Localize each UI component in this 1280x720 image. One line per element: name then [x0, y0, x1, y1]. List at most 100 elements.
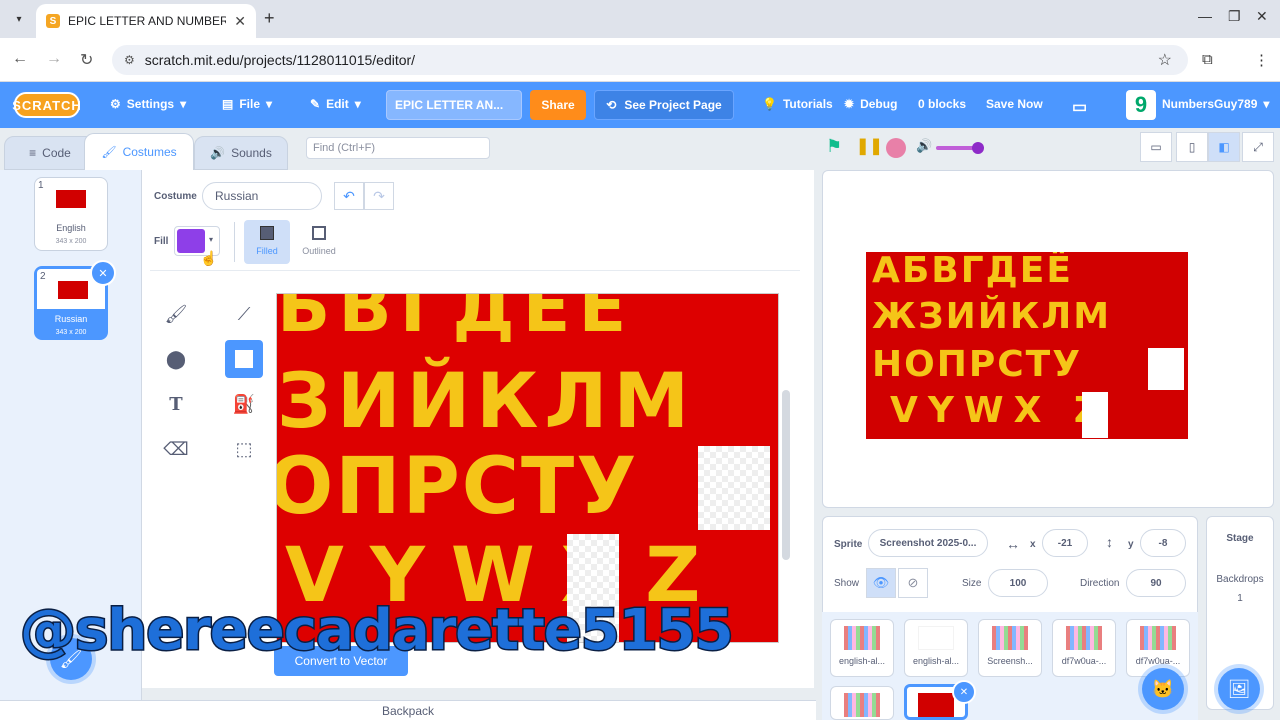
- canvas-scrollbar[interactable]: [782, 390, 790, 560]
- circle-tool-icon[interactable]: ⬤: [157, 340, 195, 378]
- save-now-button[interactable]: Save Now: [986, 97, 1043, 111]
- rectangle-tool-icon[interactable]: [225, 340, 263, 378]
- tab-sounds[interactable]: 🔊 Sounds: [194, 136, 288, 170]
- sprite-item[interactable]: Screensh...: [978, 619, 1042, 677]
- backdrops-count: 1: [1237, 593, 1243, 604]
- minimize-icon[interactable]: —: [1198, 8, 1212, 24]
- sprite-name-input[interactable]: Screenshot 2025-0...: [868, 529, 988, 557]
- username-label: NumbersGuy789: [1162, 97, 1258, 111]
- eraser-tool-icon[interactable]: ⌫: [157, 430, 195, 468]
- sprite-thumbnail: [844, 693, 880, 717]
- outlined-mode-button[interactable]: Outlined: [296, 220, 342, 264]
- pause-icon[interactable]: ❚❚: [856, 136, 883, 156]
- volume-icon[interactable]: 🔊: [916, 138, 932, 154]
- redo-icon[interactable]: ↷: [364, 182, 394, 210]
- new-tab-icon[interactable]: +: [264, 8, 275, 29]
- forward-icon[interactable]: →: [46, 50, 62, 68]
- avatar[interactable]: 9: [1126, 90, 1156, 120]
- delete-costume-icon[interactable]: ✕: [90, 260, 116, 286]
- sprite-thumbnail: [844, 626, 880, 650]
- show-visible-icon[interactable]: 👁: [866, 568, 896, 598]
- show-hidden-icon[interactable]: ⊘: [898, 568, 928, 598]
- tab-code-label: Code: [42, 146, 71, 160]
- paint-canvas[interactable]: БВГДЕЁ ЗИЙКЛМ ОПРСТУ VYWXZ: [276, 293, 779, 643]
- brush-tool-icon[interactable]: 🖌: [157, 295, 195, 333]
- costume-label: Costume: [154, 191, 197, 202]
- reload-icon[interactable]: ↻: [80, 50, 93, 70]
- edit-menu[interactable]: ✎ Edit ▾: [310, 97, 361, 111]
- my-stuff-folder-icon[interactable]: ▭: [1072, 97, 1087, 117]
- choose-backdrop-icon[interactable]: 🖼: [1218, 668, 1260, 710]
- normal-stage-icon[interactable]: ◧: [1208, 132, 1240, 162]
- tab-search-icon[interactable]: ▾: [8, 9, 30, 29]
- share-button[interactable]: Share: [530, 90, 586, 120]
- fill-bucket-tool-icon[interactable]: ⛽: [225, 385, 263, 423]
- line-tool-icon[interactable]: ⟋: [225, 295, 263, 333]
- tab-costumes[interactable]: 🖌 Costumes: [84, 133, 194, 170]
- green-flag-icon[interactable]: ⚑: [826, 136, 842, 157]
- find-input[interactable]: Find (Ctrl+F): [306, 137, 490, 159]
- browser-tab[interactable]: S EPIC LETTER AND NUMBER CH ✕: [36, 4, 256, 38]
- text-tool-icon[interactable]: T: [157, 385, 195, 423]
- costume-name-input[interactable]: Russian: [202, 182, 322, 210]
- choose-sprite-icon[interactable]: 🐱: [1142, 668, 1184, 710]
- tab-code[interactable]: ≡ Code: [4, 136, 96, 170]
- settings-gear-icon: ⚙: [110, 97, 121, 111]
- see-project-page-button[interactable]: ⟲ See Project Page: [594, 90, 734, 120]
- url-bar[interactable]: ⚙ scratch.mit.edu/projects/1128011015/ed…: [112, 45, 1188, 75]
- console-icon[interactable]: ▭: [1140, 132, 1172, 162]
- y-input[interactable]: -8: [1140, 529, 1186, 557]
- sprite-item-name: Screensh...: [987, 656, 1033, 666]
- tutorials-button[interactable]: 💡 Tutorials: [762, 97, 833, 111]
- extensions-icon[interactable]: ⧉: [1202, 51, 1213, 68]
- costume-preview: [56, 190, 86, 208]
- scratch-logo[interactable]: SCRATCH: [12, 92, 81, 118]
- divider: [234, 222, 235, 262]
- fill-label: Fill: [154, 236, 169, 247]
- canvas-letter-row: БВГДЕЁ: [277, 293, 635, 348]
- close-tab-icon[interactable]: ✕: [234, 13, 246, 30]
- back-icon[interactable]: ←: [12, 50, 28, 68]
- stop-icon[interactable]: [886, 138, 906, 158]
- stage-sprite[interactable]: АБВГДЕЁ ЖЗИЙКЛМ НОПРСТУ VYWX Z: [866, 252, 1188, 439]
- undo-icon[interactable]: ↶: [334, 182, 364, 210]
- small-stage-icon[interactable]: ▯: [1176, 132, 1208, 162]
- chevron-down-icon: ▾: [1263, 97, 1270, 111]
- sprite-item[interactable]: [830, 686, 894, 720]
- volume-slider-handle[interactable]: [972, 142, 984, 154]
- x-input[interactable]: -21: [1042, 529, 1088, 557]
- transparent-area: [1082, 392, 1108, 438]
- filled-mode-button[interactable]: Filled: [244, 220, 290, 264]
- maximize-icon[interactable]: ❐: [1228, 8, 1241, 25]
- account-menu[interactable]: NumbersGuy789 ▾: [1162, 97, 1269, 111]
- stage-letter-row: АБВГДЕЁ: [872, 252, 1073, 291]
- delete-sprite-icon[interactable]: ✕: [952, 680, 976, 704]
- size-input[interactable]: 100: [988, 569, 1048, 597]
- close-window-icon[interactable]: ✕: [1256, 8, 1268, 25]
- select-tool-icon[interactable]: ⬚: [225, 430, 263, 468]
- sprite-item[interactable]: english-al...: [904, 619, 968, 677]
- costume-name: Russian: [54, 314, 88, 324]
- project-title-input[interactable]: EPIC LETTER AN...: [386, 90, 522, 120]
- stage-panel-title: Stage: [1226, 533, 1254, 544]
- bookmark-star-icon[interactable]: ☆: [1158, 50, 1172, 70]
- sprite-item[interactable]: df7w0ua-...: [1052, 619, 1116, 677]
- fullscreen-icon[interactable]: ⤢: [1242, 132, 1274, 162]
- sprite-item[interactable]: english-al...: [830, 619, 894, 677]
- stage-letter-row: НОПРСТУ: [872, 344, 1082, 385]
- costume-preview: [58, 281, 88, 299]
- browser-menu-icon[interactable]: ⋮: [1254, 51, 1269, 69]
- costume-number: 1: [38, 180, 44, 191]
- filled-square-icon: [260, 226, 274, 240]
- debug-button[interactable]: ✹ Debug: [844, 97, 897, 111]
- costume-thumb-english[interactable]: 1 English 343 x 200: [34, 177, 108, 251]
- settings-menu[interactable]: ⚙ Settings ▾: [110, 97, 186, 111]
- pencil-icon: ✎: [310, 97, 321, 111]
- settings-label: Settings: [126, 97, 175, 111]
- site-info-icon[interactable]: ⚙: [124, 53, 135, 67]
- hand-cursor-icon: ☝: [200, 250, 218, 266]
- file-menu[interactable]: ▤ File ▾: [222, 97, 272, 111]
- backdrops-label: Backdrops: [1216, 574, 1264, 585]
- backpack-bar[interactable]: Backpack: [0, 700, 816, 720]
- direction-input[interactable]: 90: [1126, 569, 1186, 597]
